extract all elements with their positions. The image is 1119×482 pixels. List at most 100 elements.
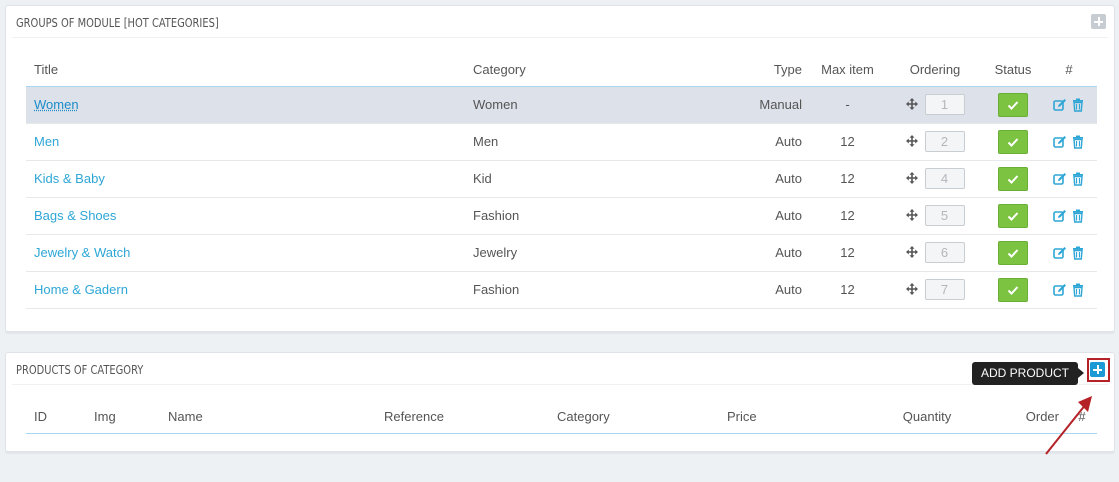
- col-price: Price: [719, 401, 867, 434]
- ordering-input[interactable]: 1: [924, 94, 965, 115]
- group-title-link[interactable]: Jewelry & Watch: [34, 245, 130, 260]
- trash-icon[interactable]: [1071, 283, 1085, 297]
- col-title: Title: [26, 54, 465, 87]
- table-row[interactable]: Women Women Manual -1: [26, 86, 1097, 124]
- group-title-link[interactable]: Women: [34, 97, 79, 112]
- group-category: Fashion: [465, 271, 710, 309]
- group-type: Manual: [710, 86, 810, 124]
- edit-icon[interactable]: [1053, 98, 1067, 112]
- edit-icon[interactable]: [1053, 172, 1067, 186]
- col-id: ID: [26, 401, 86, 434]
- group-title-link[interactable]: Home & Gadern: [34, 282, 128, 297]
- col-reference: Reference: [376, 401, 549, 434]
- group-actions: [1041, 271, 1097, 309]
- group-category: Kid: [465, 160, 710, 198]
- group-actions: [1041, 86, 1097, 124]
- group-max-item: 12: [810, 160, 885, 198]
- check-icon: [1007, 100, 1019, 110]
- col-ordering: Ordering: [885, 54, 985, 87]
- group-status: [985, 123, 1041, 161]
- ordering-input[interactable]: 7: [924, 279, 965, 300]
- check-icon: [1007, 174, 1019, 184]
- products-panel: PRODUCTS OF CATEGORY ADD PRODUCT ID Img …: [5, 352, 1115, 452]
- groups-panel-title: GROUPS OF MODULE [HOT CATEGORIES]: [16, 15, 219, 30]
- edit-icon[interactable]: [1053, 246, 1067, 260]
- group-title-link[interactable]: Men: [34, 134, 59, 149]
- move-arrows-icon[interactable]: [905, 97, 918, 110]
- col-name: Name: [160, 401, 376, 434]
- groups-panel-heading: GROUPS OF MODULE [HOT CATEGORIES]: [12, 6, 1108, 38]
- col-max-item: Max item: [810, 54, 885, 87]
- ordering-input[interactable]: 5: [924, 205, 965, 226]
- trash-icon[interactable]: [1071, 172, 1085, 186]
- products-table: ID Img Name Reference Category Price Qua…: [26, 401, 1097, 434]
- group-category: Women: [465, 86, 710, 124]
- table-row[interactable]: Men Men Auto 12 2: [26, 123, 1097, 161]
- edit-icon[interactable]: [1053, 209, 1067, 223]
- col-quantity: Quantity: [867, 401, 987, 434]
- group-category: Fashion: [465, 197, 710, 235]
- ordering-input[interactable]: 6: [924, 242, 965, 263]
- products-panel-heading: PRODUCTS OF CATEGORY ADD PRODUCT: [12, 353, 1110, 385]
- pointer-arrow-icon: [1045, 396, 1092, 455]
- group-status: [985, 197, 1041, 235]
- group-status: [985, 271, 1041, 309]
- table-row[interactable]: Bags & Shoes Fashion Auto 12 5: [26, 197, 1097, 235]
- group-max-item: 12: [810, 197, 885, 235]
- group-status: [985, 160, 1041, 198]
- group-title-link[interactable]: Bags & Shoes: [34, 208, 116, 223]
- group-max-item: -: [810, 86, 885, 124]
- products-table-header: ID Img Name Reference Category Price Qua…: [26, 401, 1097, 434]
- group-max-item: 12: [810, 271, 885, 309]
- group-max-item: 12: [810, 234, 885, 272]
- group-type: Auto: [710, 197, 810, 235]
- group-actions: [1041, 234, 1097, 272]
- group-ordering: 6: [885, 234, 985, 272]
- edit-icon[interactable]: [1053, 135, 1067, 149]
- groups-table-header: Title Category Type Max item Ordering St…: [26, 54, 1097, 87]
- table-row[interactable]: Home & Gadern Fashion Auto 12 7: [26, 271, 1097, 309]
- edit-icon[interactable]: [1053, 283, 1067, 297]
- trash-icon[interactable]: [1071, 135, 1085, 149]
- move-arrows-icon[interactable]: [905, 171, 918, 184]
- table-row[interactable]: Jewelry & Watch Jewelry Auto 12 6: [26, 234, 1097, 272]
- groups-table: Title Category Type Max item Ordering St…: [26, 54, 1097, 309]
- status-toggle-button[interactable]: [998, 203, 1028, 228]
- group-status: [985, 234, 1041, 272]
- group-type: Auto: [710, 123, 810, 161]
- status-toggle-button[interactable]: [998, 166, 1028, 191]
- highlight-box: [1087, 358, 1110, 382]
- ordering-input[interactable]: 2: [924, 131, 965, 152]
- group-type: Auto: [710, 234, 810, 272]
- group-status: [985, 86, 1041, 124]
- move-arrows-icon[interactable]: [905, 208, 918, 221]
- move-arrows-icon[interactable]: [905, 282, 918, 295]
- col-category: Category: [465, 54, 710, 87]
- group-ordering: 1: [885, 86, 985, 124]
- group-ordering: 5: [885, 197, 985, 235]
- trash-icon[interactable]: [1071, 246, 1085, 260]
- group-type: Auto: [710, 271, 810, 309]
- group-actions: [1041, 197, 1097, 235]
- col-actions: #: [1041, 54, 1097, 87]
- add-group-icon[interactable]: [1091, 14, 1106, 29]
- move-arrows-icon[interactable]: [905, 134, 918, 147]
- group-ordering: 2: [885, 123, 985, 161]
- move-arrows-icon[interactable]: [905, 245, 918, 258]
- table-row[interactable]: Kids & Baby Kid Auto 12 4: [26, 160, 1097, 198]
- trash-icon[interactable]: [1071, 98, 1085, 112]
- group-category: Jewelry: [465, 234, 710, 272]
- status-toggle-button[interactable]: [998, 240, 1028, 265]
- group-actions: [1041, 160, 1097, 198]
- trash-icon[interactable]: [1071, 209, 1085, 223]
- group-category: Men: [465, 123, 710, 161]
- groups-panel: GROUPS OF MODULE [HOT CATEGORIES] Title …: [5, 5, 1115, 332]
- group-max-item: 12: [810, 123, 885, 161]
- status-toggle-button[interactable]: [998, 129, 1028, 154]
- group-actions: [1041, 123, 1097, 161]
- group-title-link[interactable]: Kids & Baby: [34, 171, 105, 186]
- status-toggle-button[interactable]: [998, 92, 1028, 117]
- products-panel-title: PRODUCTS OF CATEGORY: [16, 362, 144, 377]
- ordering-input[interactable]: 4: [924, 168, 965, 189]
- status-toggle-button[interactable]: [998, 277, 1028, 302]
